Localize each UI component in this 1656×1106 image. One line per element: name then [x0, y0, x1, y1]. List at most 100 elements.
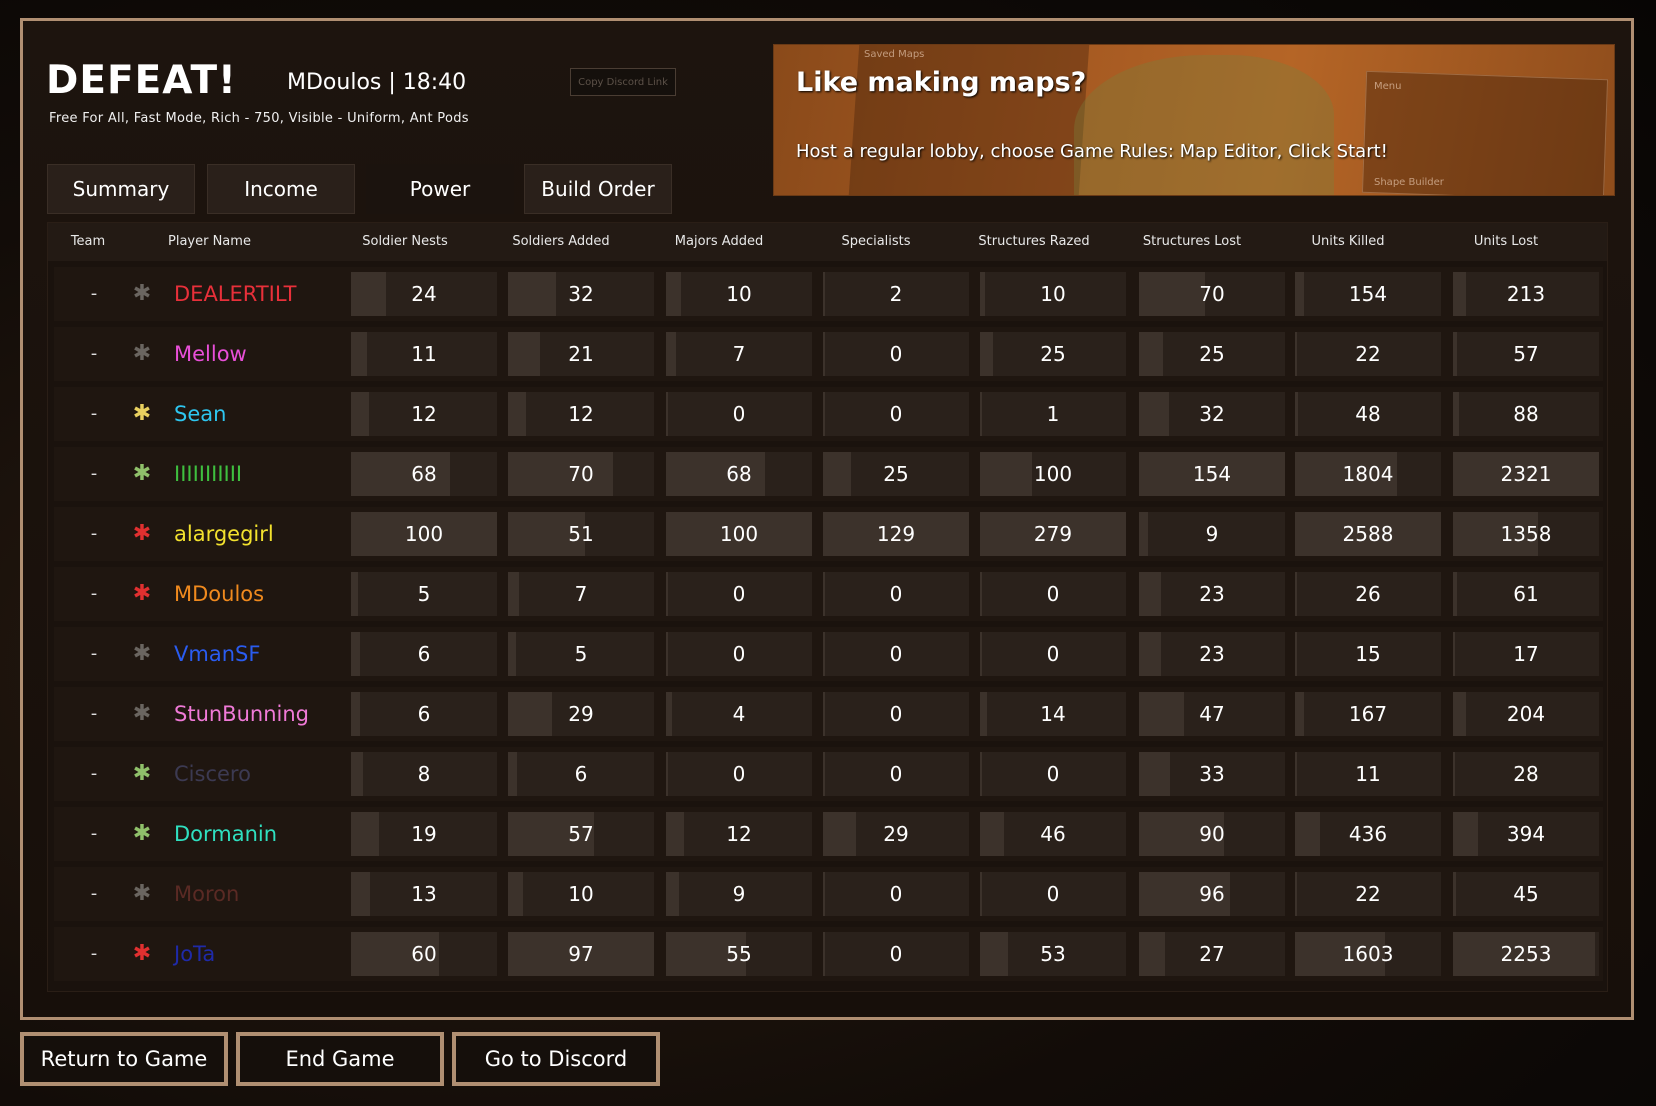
stat-cell: 47: [1139, 692, 1285, 736]
copy-discord-link-button[interactable]: Copy Discord Link: [570, 68, 676, 96]
stat-cell: 279: [980, 512, 1126, 556]
stat-value: 4: [732, 702, 746, 726]
table-row: - ✱ Sean 12 12 0 0 1 32 48 88: [54, 387, 1603, 441]
stat-value: 96: [1199, 882, 1225, 906]
stat-cell: 5: [508, 632, 654, 676]
stat-cell: 0: [823, 392, 969, 436]
stat-value: 97: [568, 942, 594, 966]
stat-value: 13: [411, 882, 437, 906]
stat-value: 23: [1199, 642, 1225, 666]
stat-value: 0: [1046, 642, 1060, 666]
banner-art-label: Shape Builder: [1374, 177, 1444, 188]
stat-value: 26: [1355, 582, 1381, 606]
player-name: JoTa: [174, 942, 216, 966]
stat-value: 100: [1033, 462, 1073, 486]
column-header: Team: [70, 234, 106, 249]
stat-cell: 11: [351, 332, 497, 376]
map-editor-banner[interactable]: Saved Maps Menu Shape Builder Like makin…: [773, 44, 1615, 196]
stat-value: 10: [568, 882, 594, 906]
stat-cell: 48: [1295, 392, 1441, 436]
tab-build-order[interactable]: Build Order: [524, 164, 672, 214]
stat-value: 436: [1348, 822, 1388, 846]
stat-cell: 10: [666, 272, 812, 316]
stat-cell: 1603: [1295, 932, 1441, 976]
stat-value: 25: [1199, 342, 1225, 366]
stat-value: 9: [732, 882, 746, 906]
stats-table: Team Player Name Soldier Nests Soldiers Add…: [47, 222, 1608, 992]
stat-cell: 46: [980, 812, 1126, 856]
stat-value: 24: [411, 282, 437, 306]
stat-value: 17: [1513, 642, 1539, 666]
stat-cell: 96: [1139, 872, 1285, 916]
stat-value: 0: [732, 762, 746, 786]
result-title: DEFEAT!: [46, 58, 237, 103]
stat-value: 28: [1513, 762, 1539, 786]
stat-cell: 167: [1295, 692, 1441, 736]
stat-value: 21: [568, 342, 594, 366]
team-cell: -: [90, 703, 98, 724]
player-name: Sean: [174, 402, 227, 426]
red-ant-icon: ✱: [132, 581, 152, 606]
player-name: Dormanin: [174, 822, 278, 846]
stat-value: 11: [1355, 762, 1381, 786]
team-cell: -: [90, 943, 98, 964]
banner-art-label: Menu: [1374, 81, 1402, 92]
green-ant-icon: ✱: [132, 461, 152, 486]
stat-value: 53: [1040, 942, 1066, 966]
black-ant-icon: ✱: [132, 281, 152, 306]
stat-cell: 0: [666, 572, 812, 616]
stat-cell: 70: [508, 452, 654, 496]
stat-value: 5: [417, 582, 431, 606]
banner-art-label: Saved Maps: [864, 49, 925, 60]
stat-value: 0: [889, 582, 903, 606]
column-header: Player Name: [168, 234, 251, 249]
stat-value: 0: [1046, 582, 1060, 606]
tab-income[interactable]: Income: [207, 164, 355, 214]
stat-value: 25: [1040, 342, 1066, 366]
go-to-discord-button[interactable]: Go to Discord: [452, 1032, 660, 1086]
tab-power[interactable]: Power: [366, 164, 514, 214]
stat-cell: 9: [666, 872, 812, 916]
player-name: alargegirl: [174, 522, 274, 546]
stat-cell: 0: [823, 692, 969, 736]
team-cell: -: [90, 283, 98, 304]
stat-value: 32: [568, 282, 594, 306]
stat-cell: 24: [351, 272, 497, 316]
stat-value: 0: [889, 402, 903, 426]
team-cell: -: [90, 403, 98, 424]
stat-value: 7: [732, 342, 746, 366]
stat-cell: 32: [508, 272, 654, 316]
stat-value: 100: [719, 522, 759, 546]
stat-value: 68: [726, 462, 752, 486]
stat-cell: 90: [1139, 812, 1285, 856]
stat-cell: 394: [1453, 812, 1599, 856]
stat-cell: 12: [508, 392, 654, 436]
stat-value: 129: [876, 522, 916, 546]
stat-cell: 61: [1453, 572, 1599, 616]
stat-value: 0: [1046, 882, 1060, 906]
stat-value: 47: [1199, 702, 1225, 726]
table-row: - ✱ Moron 13 10 9 0 0 96 22 45: [54, 867, 1603, 921]
stat-value: 204: [1506, 702, 1546, 726]
stat-value: 70: [568, 462, 594, 486]
stat-value: 0: [889, 762, 903, 786]
table-row: - ✱ Dormanin 19 57 12 29 46 90 436 394: [54, 807, 1603, 861]
stat-cell: 0: [823, 752, 969, 796]
stat-cell: 14: [980, 692, 1126, 736]
stat-cell: 26: [1295, 572, 1441, 616]
end-game-button[interactable]: End Game: [236, 1032, 444, 1086]
stat-value: 51: [568, 522, 594, 546]
stat-cell: 10: [980, 272, 1126, 316]
stat-cell: 12: [666, 812, 812, 856]
stat-value: 154: [1192, 462, 1232, 486]
stat-value: 25: [883, 462, 909, 486]
tab-summary[interactable]: Summary: [47, 164, 195, 214]
stat-value: 1358: [1500, 522, 1552, 546]
stat-value: 12: [411, 402, 437, 426]
stat-cell: 11: [1295, 752, 1441, 796]
return-to-game-button[interactable]: Return to Game: [20, 1032, 228, 1086]
stat-value: 14: [1040, 702, 1066, 726]
black-ant-icon: ✱: [132, 701, 152, 726]
stat-value: 0: [889, 642, 903, 666]
stat-cell: 7: [666, 332, 812, 376]
